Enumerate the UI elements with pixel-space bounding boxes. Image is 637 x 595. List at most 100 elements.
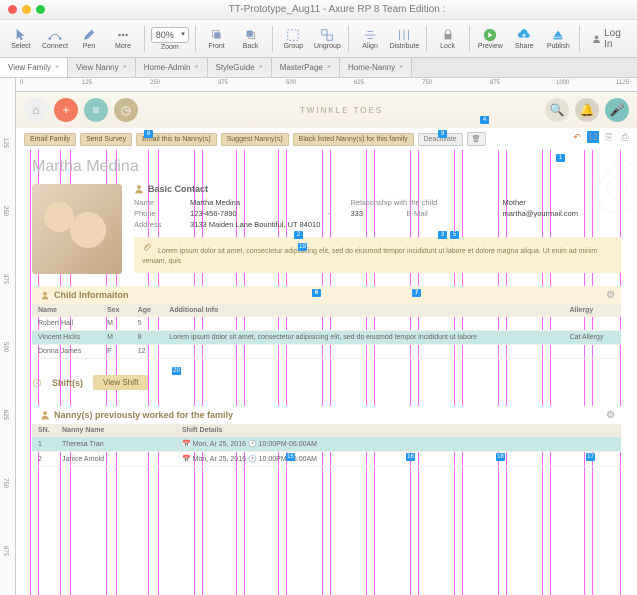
cursor-icon: [14, 28, 28, 42]
name-value: Martha Medina: [190, 198, 309, 207]
list-button[interactable]: ≡: [84, 98, 108, 122]
table-row[interactable]: Donna JamesF12: [32, 345, 621, 359]
anno-badge: 4: [480, 116, 489, 124]
tab-view-family[interactable]: View Family×: [0, 58, 68, 77]
preview-tool[interactable]: Preview: [475, 25, 505, 52]
pen-icon: [82, 28, 96, 42]
child-icon: [40, 290, 50, 300]
connect-tool[interactable]: Connect: [40, 25, 70, 52]
search-button[interactable]: 🔍: [545, 98, 569, 122]
document-title: TT-Prototype_Aug11 - Axure RP 8 Team Edi…: [45, 4, 629, 15]
shift-icon: [32, 378, 42, 388]
zoom-select[interactable]: 80%: [151, 27, 189, 43]
contact-icon: [134, 184, 144, 194]
zoom-window[interactable]: [36, 5, 45, 14]
close-window[interactable]: [8, 5, 17, 14]
suggest-nanny-button[interactable]: Suggest Nanny(s): [221, 133, 289, 146]
tab-view-nanny[interactable]: View Nanny×: [68, 58, 136, 77]
col-allergy: Allergy: [564, 304, 621, 317]
anno-badge: 19: [298, 243, 307, 251]
vertical-ruler: 125 250 375 500 625 750 875: [0, 78, 16, 595]
clock-button[interactable]: ◷: [114, 98, 138, 122]
send-survey-button[interactable]: Send Survey: [80, 133, 132, 146]
email-label: E-Mail: [407, 209, 497, 218]
align-icon: [363, 28, 377, 42]
mic-button[interactable]: 🎤: [605, 98, 629, 122]
add-button[interactable]: +: [54, 98, 78, 122]
select-tool[interactable]: Select: [6, 25, 36, 52]
gear-icon[interactable]: ⚙: [606, 410, 615, 421]
phone-sep: -: [315, 209, 345, 218]
traffic-lights: [8, 5, 45, 14]
tab-styleguide[interactable]: StyleGuide×: [208, 58, 272, 77]
person-name-heading: Martha Medina: [32, 158, 621, 176]
table-row[interactable]: Vincent HicksM8Lorem ipsum dolor sit ame…: [32, 331, 621, 345]
more-tool[interactable]: More: [108, 25, 138, 52]
distribute-tool[interactable]: Distribute: [389, 25, 420, 52]
close-icon[interactable]: ×: [194, 64, 198, 71]
col-shift-details: Shift Details: [176, 424, 621, 437]
col-age: Age: [132, 304, 164, 317]
align-tool[interactable]: Align: [355, 25, 385, 52]
phone-ext: 333: [351, 209, 401, 218]
publish-tool[interactable]: Publish: [543, 25, 573, 52]
addr-value: 3133 Maiden Lane Bountiful, UT 84010: [190, 220, 621, 229]
copy-icon[interactable]: ⎘: [603, 131, 615, 143]
blacklist-button[interactable]: Black listed Nanny(s) for this family: [293, 133, 414, 146]
child-info-heading: Child Informaiton 6 7 ⚙: [32, 286, 621, 304]
prev-nanny-heading: Nanny(s) previously worked for the famil…: [32, 406, 621, 424]
basic-contact-heading: Basic Contact: [134, 184, 621, 194]
delete-button[interactable]: 🗑: [467, 132, 486, 146]
minimize-window[interactable]: [22, 5, 31, 14]
tab-masterpage[interactable]: MasterPage×: [272, 58, 340, 77]
close-icon[interactable]: ×: [123, 64, 127, 71]
clock-icon: 🕐: [248, 441, 257, 448]
close-icon[interactable]: ×: [259, 64, 263, 71]
close-icon[interactable]: ×: [327, 64, 331, 71]
lock-tool[interactable]: Lock: [433, 25, 463, 52]
share-tool[interactable]: Share: [509, 25, 539, 52]
design-canvas[interactable]: ⌂ + ≡ ◷ TWINKLE TOES 🔍 🔔 🎤 4 Email Famil…: [16, 92, 637, 595]
ungroup-tool[interactable]: Ungroup: [312, 25, 342, 52]
close-icon[interactable]: ×: [55, 64, 59, 71]
bell-button[interactable]: 🔔: [575, 98, 599, 122]
print-icon[interactable]: ⎙: [619, 131, 631, 143]
action-row: Email Family Send Survey 8 Email this to…: [16, 128, 637, 150]
close-icon[interactable]: ×: [399, 64, 403, 71]
tab-home-nanny[interactable]: Home-Nanny×: [340, 58, 412, 77]
home-button[interactable]: ⌂: [24, 98, 48, 122]
ungroup-icon: [320, 28, 334, 42]
zoom-label: Zoom: [161, 44, 179, 51]
pen-tool[interactable]: Pen: [74, 25, 104, 52]
login-button[interactable]: Log In: [586, 25, 631, 53]
horizontal-ruler: 0 125 250 375 500 625 750 875 1000 1125: [16, 78, 637, 92]
back-tool[interactable]: Back: [236, 25, 266, 52]
brand-title: TWINKLE TOES: [144, 106, 539, 115]
anno-badge: 20: [172, 367, 181, 375]
profile-photo: [32, 184, 122, 274]
front-tool[interactable]: Front: [202, 25, 232, 52]
phone-value: 123-456-7890: [190, 209, 309, 218]
col-name: Name: [32, 304, 101, 317]
col-nanny-name: Nanny Name: [56, 424, 176, 437]
addr-label: Address: [134, 220, 184, 229]
gear-icon[interactable]: ⚙: [606, 290, 615, 301]
view-shift-button[interactable]: View Shift: [93, 375, 148, 390]
proto-topbar: ⌂ + ≡ ◷ TWINKLE TOES 🔍 🔔 🎤 4: [16, 92, 637, 128]
table-row[interactable]: 2 Janice Arnold 📅 Mon, Ar 25, 2016 🕐 10:…: [32, 452, 621, 467]
window-titlebar: TT-Prototype_Aug11 - Axure RP 8 Team Edi…: [0, 0, 637, 20]
email-family-button[interactable]: Email Family: [24, 133, 76, 146]
tab-home-admin[interactable]: Home-Admin×: [136, 58, 208, 77]
group-tool[interactable]: Group: [278, 25, 308, 52]
play-icon: [483, 28, 497, 42]
front-icon: [210, 28, 224, 42]
col-sex: Sex: [101, 304, 132, 317]
anno-badge: 18: [496, 453, 505, 461]
clock-icon: 🕐: [248, 456, 257, 463]
undo-icon[interactable]: ↶: [571, 131, 583, 143]
table-row[interactable]: 1 Theresa Tran 📅 Mon, Ar 25, 2016 🕐 10:0…: [32, 437, 621, 452]
publish-icon: [551, 28, 565, 42]
anno-badge: 6: [312, 289, 321, 297]
table-row[interactable]: Robert HallM5: [32, 317, 621, 331]
attachment-icon: [142, 243, 152, 253]
